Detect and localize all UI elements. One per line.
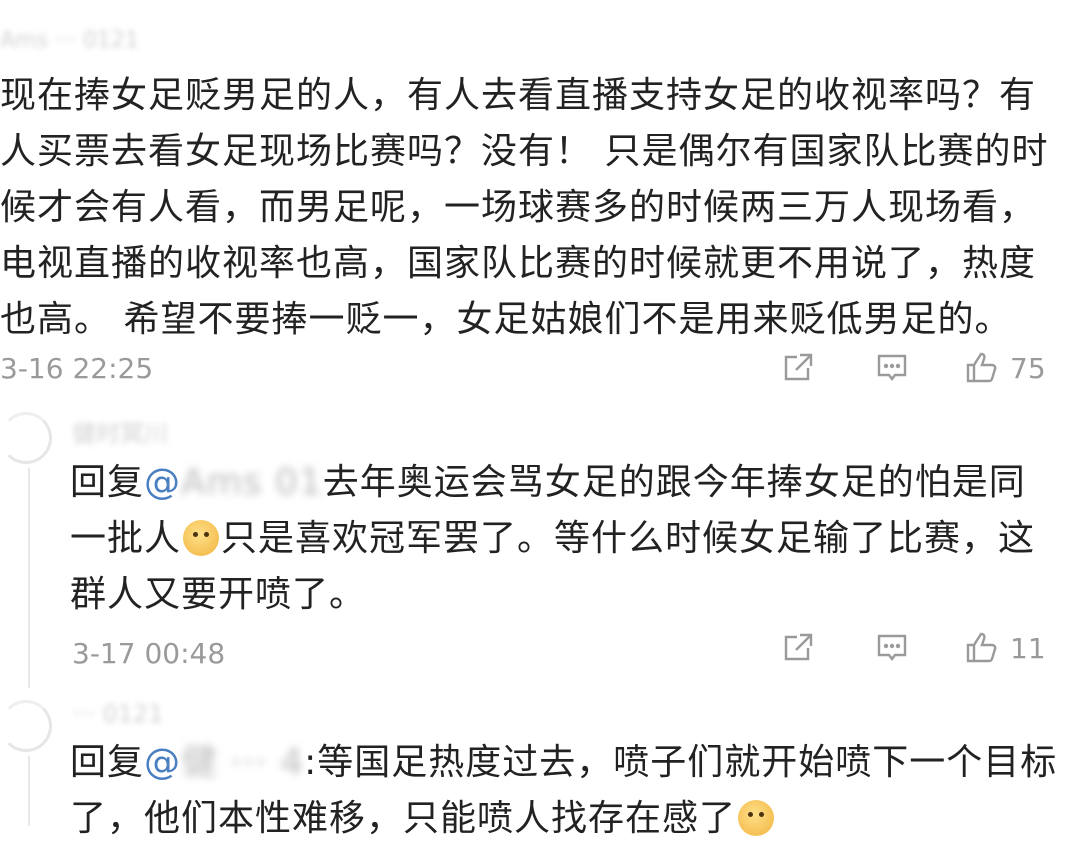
comment-icon — [877, 354, 907, 381]
share-icon — [784, 633, 813, 661]
main-timestamp: 3-16 22:25 — [0, 352, 154, 385]
reply-1-actions: 11 — [780, 628, 1070, 668]
reply-1-avatar[interactable] — [0, 412, 52, 464]
reply-2-mention[interactable]: @ — [144, 742, 181, 783]
reply-1-timestamp: 3-17 00:48 — [72, 637, 226, 670]
reply-2-username[interactable]: ··· 0121 — [72, 700, 164, 728]
reply-2-prefix: 回复 — [70, 742, 145, 783]
reply-1-username[interactable]: 健时冥川 — [72, 414, 168, 449]
reply-1-like-count: 11 — [1010, 631, 1046, 665]
reply-1-like-button[interactable]: 11 — [964, 628, 1046, 668]
reply-2-mention-hidden[interactable]: 健 ··· 4 — [181, 742, 304, 783]
reply-1-mention[interactable]: @ — [144, 462, 181, 503]
laugh-cry-emoji-icon — [738, 800, 775, 836]
reply-1-prefix: 回复 — [70, 462, 145, 503]
main-username[interactable]: Ams ··· 0121 — [0, 28, 240, 50]
comment-icon — [877, 634, 907, 661]
share-icon — [784, 353, 813, 381]
like-count: 75 — [1010, 351, 1046, 385]
reply-2-text: 回复@健 ··· 4:等国足热度过去，喷子们就开始喷下一个目标了，他们本性难移，… — [70, 735, 1060, 847]
reply-guide-line-2 — [28, 756, 30, 826]
doge-emoji-icon — [183, 520, 220, 556]
reply-1-mention-hidden[interactable]: Ams 01 — [181, 462, 323, 503]
main-comment-text: 现在捧女足贬男足的人，有人去看直播支持女足的收视率吗？有人买票去看女足现场比赛吗… — [0, 75, 1049, 340]
like-icon — [966, 632, 997, 663]
main-actions: 75 — [780, 348, 1070, 388]
like-button[interactable]: 75 — [964, 348, 1046, 388]
reply-2-avatar[interactable] — [0, 700, 52, 752]
reply-1-comment-button[interactable] — [874, 628, 910, 668]
comment-button[interactable] — [874, 348, 910, 388]
reply-1-text: 回复@Ams 01去年奥运会骂女足的跟今年捧女足的怕是同一批人 只是喜欢冠军罢了。… — [70, 455, 1060, 623]
share-button[interactable] — [780, 348, 816, 388]
reply-guide-line — [28, 468, 30, 688]
reply-1-share-button[interactable] — [780, 628, 816, 668]
like-icon — [966, 352, 997, 383]
